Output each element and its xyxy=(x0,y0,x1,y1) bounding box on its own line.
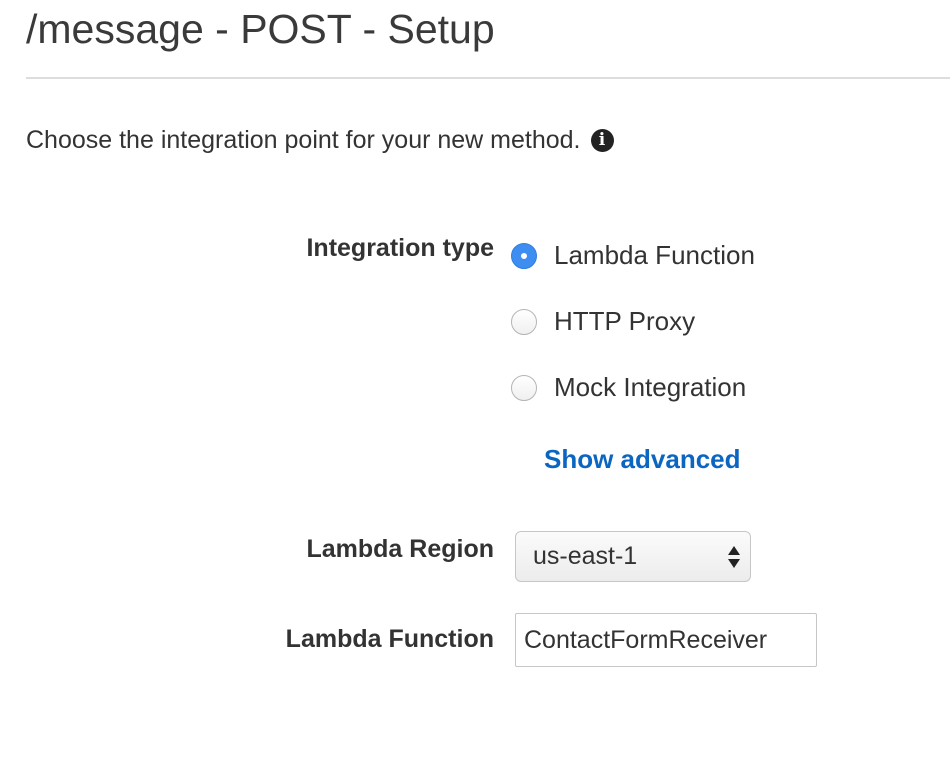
lambda-function-input[interactable] xyxy=(515,613,817,667)
radio-button-unchecked[interactable] xyxy=(511,308,537,335)
intro-row: Choose the integration point for your ne… xyxy=(26,124,614,156)
integration-type-label: Integration type xyxy=(306,234,494,262)
page-title: /message - POST - Setup xyxy=(26,6,495,52)
radio-http-proxy[interactable]: HTTP Proxy xyxy=(511,306,695,337)
method-setup-page: /message - POST - Setup Choose the integ… xyxy=(0,0,950,758)
show-advanced-link[interactable]: Show advanced xyxy=(544,444,741,475)
info-icon[interactable]: i xyxy=(590,128,614,152)
radio-label-mock-integration: Mock Integration xyxy=(554,372,747,402)
intro-text: Choose the integration point for your ne… xyxy=(26,126,581,154)
arrow-down-icon xyxy=(728,559,740,568)
lambda-function-label: Lambda Function xyxy=(285,625,494,653)
lambda-region-value: us-east-1 xyxy=(533,542,638,570)
select-arrows-icon xyxy=(728,543,740,571)
radio-label-http-proxy: HTTP Proxy xyxy=(554,306,696,336)
arrow-up-icon xyxy=(728,546,740,555)
radio-label-lambda-function: Lambda Function xyxy=(554,240,755,270)
title-divider xyxy=(26,77,950,79)
lambda-region-select[interactable]: us-east-1 xyxy=(515,531,751,582)
lambda-region-label: Lambda Region xyxy=(306,535,494,563)
radio-button-unchecked[interactable] xyxy=(511,374,537,401)
radio-mock-integration[interactable]: Mock Integration xyxy=(511,372,746,403)
radio-button-checked[interactable] xyxy=(511,242,537,269)
radio-lambda-function[interactable]: Lambda Function xyxy=(511,240,755,271)
